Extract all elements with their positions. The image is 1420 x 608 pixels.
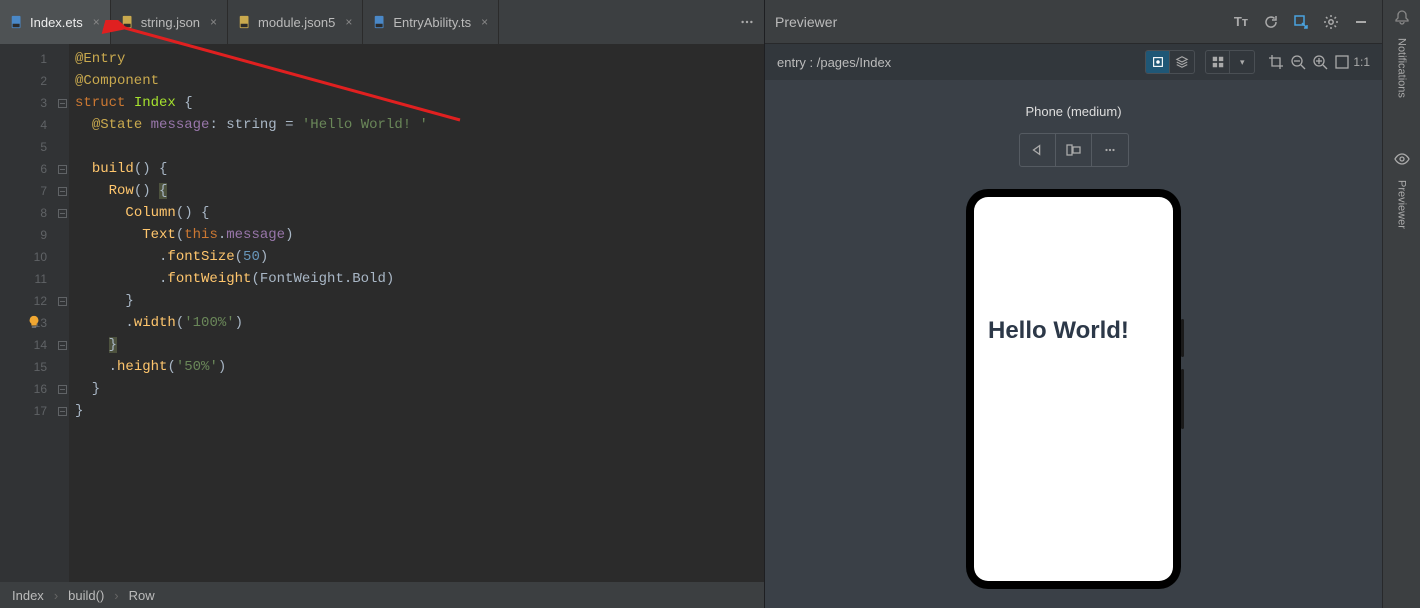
chevron-right-icon: › [54, 588, 58, 603]
previewer-subbar: entry : /pages/Index ▾ 1:1 [765, 44, 1382, 80]
tab-entryability-ts[interactable]: EntryAbility.ts × [363, 0, 499, 44]
chevron-right-icon: › [114, 588, 118, 603]
breadcrumb[interactable]: Index › build() › Row [0, 582, 764, 608]
tabs-bar: Index.ets×string.json×module.json5×Entry… [0, 0, 764, 44]
line-number-gutter: 1234567891011121314151617 [0, 44, 55, 582]
close-icon[interactable]: × [210, 15, 217, 29]
previewer-header: Previewer Tᴛ [765, 0, 1382, 44]
breadcrumb-item[interactable]: Index [12, 588, 44, 603]
fit-screen-icon[interactable] [1331, 51, 1353, 73]
fold-toggle-icon[interactable] [55, 158, 69, 180]
tab-module-json5[interactable]: module.json5 × [228, 0, 363, 44]
zoom-out-icon[interactable] [1287, 51, 1309, 73]
intention-bulb-icon[interactable] [27, 315, 41, 337]
right-tool-stripe: Notifications Previewer [1382, 0, 1420, 608]
fold-toggle-icon[interactable] [55, 180, 69, 202]
view-mode-group: ▾ [1205, 50, 1255, 74]
tab-label: string.json [141, 15, 200, 30]
preview-path-label: entry : /pages/Index [777, 55, 891, 70]
phone-frame: Hello World! [966, 189, 1181, 589]
previewer-eye-icon[interactable] [1391, 148, 1413, 170]
minimize-icon[interactable] [1350, 11, 1372, 33]
fold-toggle-icon[interactable] [55, 378, 69, 400]
code-text[interactable]: @Entry@Componentstruct Index { @State me… [69, 44, 764, 582]
orientation-icon[interactable] [1056, 134, 1092, 166]
dropdown-icon[interactable]: ▾ [1230, 51, 1254, 73]
zoom-ratio-label[interactable]: 1:1 [1353, 55, 1370, 69]
inspector-mode-group [1145, 50, 1195, 74]
layers-icon[interactable] [1170, 51, 1194, 73]
preview-canvas: Phone (medium) Hello World! [765, 80, 1382, 608]
grid-view-icon[interactable] [1206, 51, 1230, 73]
settings-gear-icon[interactable] [1320, 11, 1342, 33]
fold-toggle-icon[interactable] [55, 92, 69, 114]
more-dots-icon[interactable] [1092, 134, 1128, 166]
notifications-tab[interactable]: Notifications [1396, 38, 1408, 98]
tabs-overflow-button[interactable] [730, 0, 764, 44]
fold-toggle-icon[interactable] [55, 290, 69, 312]
close-icon[interactable]: × [345, 15, 352, 29]
device-label: Phone (medium) [1025, 104, 1121, 119]
zoom-in-icon[interactable] [1309, 51, 1331, 73]
notifications-bell-icon[interactable] [1391, 6, 1413, 28]
fold-toggle-icon[interactable] [55, 334, 69, 356]
tab-string-json[interactable]: string.json × [111, 0, 228, 44]
fold-toggle-icon[interactable] [55, 202, 69, 224]
device-orientation-group [1019, 133, 1129, 167]
previewer-title: Previewer [775, 14, 837, 30]
phone-screen[interactable]: Hello World! [974, 197, 1173, 581]
previewer-tab[interactable]: Previewer [1396, 180, 1408, 229]
code-area[interactable]: 1234567891011121314151617 @Entry@Compone… [0, 44, 764, 582]
tab-label: Index.ets [30, 15, 83, 30]
breadcrumb-item[interactable]: build() [68, 588, 104, 603]
tab-label: module.json5 [258, 15, 335, 30]
rendered-text: Hello World! [988, 317, 1129, 345]
inspect-icon[interactable] [1290, 11, 1312, 33]
tab-label: EntryAbility.ts [393, 15, 471, 30]
crop-icon[interactable] [1265, 51, 1287, 73]
refresh-icon[interactable] [1260, 11, 1282, 33]
tab-index-ets[interactable]: Index.ets × [0, 0, 111, 44]
close-icon[interactable]: × [481, 15, 488, 29]
component-mode-icon[interactable] [1146, 51, 1170, 73]
close-icon[interactable]: × [93, 15, 100, 29]
breadcrumb-item[interactable]: Row [129, 588, 155, 603]
fold-toggle-icon[interactable] [55, 400, 69, 422]
editor-panel: Index.ets×string.json×module.json5×Entry… [0, 0, 765, 608]
text-tool-icon[interactable]: Tᴛ [1230, 11, 1252, 33]
previewer-panel: Previewer Tᴛ entry : /pages/Index [765, 0, 1382, 608]
fold-column[interactable] [55, 44, 69, 582]
back-triangle-icon[interactable] [1020, 134, 1056, 166]
